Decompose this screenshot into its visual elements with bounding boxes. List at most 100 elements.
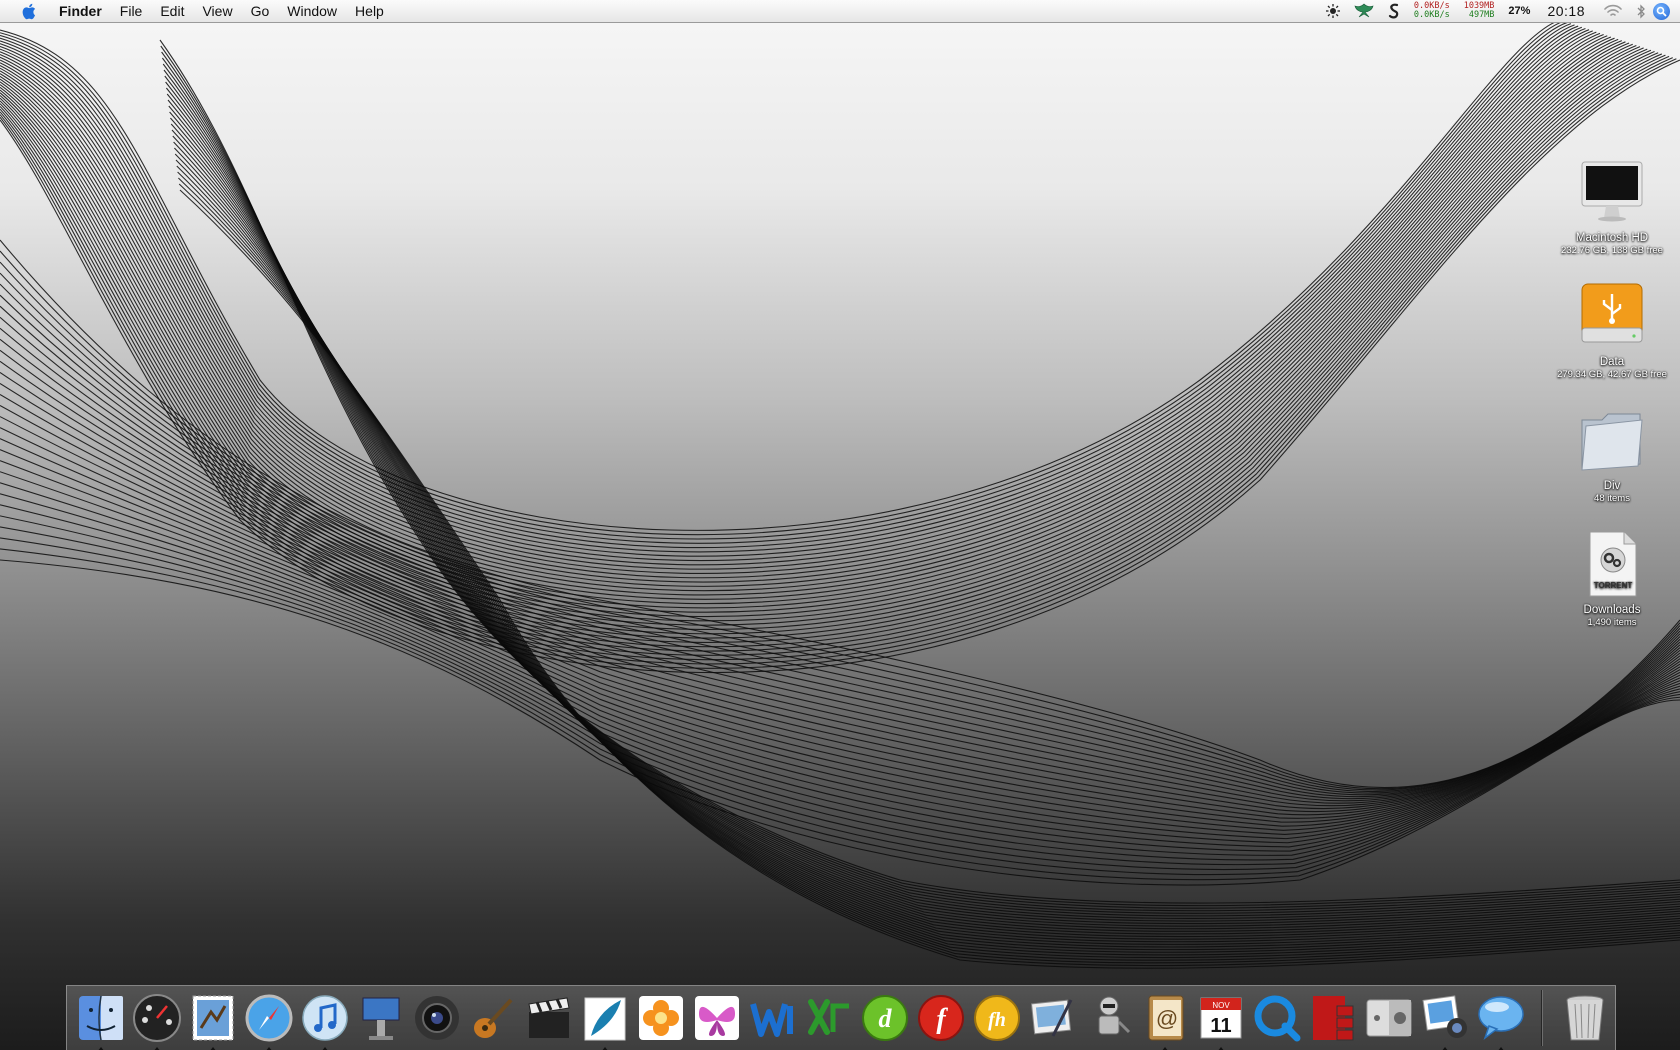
desktop-icon-label: Macintosh HD [1575,232,1649,244]
dock-separator [1541,990,1543,1046]
mem-free: 497MB [1468,10,1495,20]
photo-booth-icon [1313,996,1354,1041]
network-monitor[interactable]: 0.0KB/s 0.0KB/s [1414,2,1450,20]
usb-drive-icon [1576,280,1648,352]
desktop-icon-div[interactable]: Div 48 items [1547,404,1677,505]
dock-camera[interactable] [409,990,465,1046]
ichat-icon [1478,996,1524,1041]
desktop: Finder File Edit View Go Window Help 0.0… [0,0,1680,1050]
boot-camp-icon [1366,999,1412,1037]
dock-ichat[interactable] [1473,990,1529,1050]
dock-word[interactable] [745,990,801,1046]
menu-finder[interactable]: Finder [55,0,111,22]
desktop-icon-info: 48 items [1594,493,1630,504]
guitar-icon [474,998,513,1038]
calendar-icon: NOV 11 [1200,997,1242,1039]
freehand-icon: fh [974,995,1020,1041]
leaf-icon[interactable] [1354,3,1374,19]
imac-drive-icon [1576,156,1648,228]
apple-menu-icon[interactable] [17,0,39,22]
net-download: 0.0KB/s [1413,10,1450,20]
menu-view[interactable]: View [193,0,241,22]
wave-family-descend [159,39,1680,969]
memory-monitor[interactable]: 1039MB 497MB [1464,2,1495,20]
safari-compass-icon [245,994,293,1042]
desktop-icon-downloads[interactable]: TORRENT Downloads 1,490 items [1547,528,1677,629]
menu-window[interactable]: Window [278,0,346,22]
quicktime-icon [1254,995,1301,1042]
dock-boot-camp[interactable] [1361,990,1417,1046]
dock-preview[interactable] [1025,990,1081,1046]
folder-icon [1576,404,1648,476]
trash-icon[interactable] [1557,990,1613,1046]
preview-pen-icon [1030,999,1073,1037]
dock-quicktime[interactable] [1249,990,1305,1046]
menu-go[interactable]: Go [242,0,279,22]
dock-dreamweaver[interactable]: d [857,990,913,1046]
dock-automator[interactable] [1081,990,1137,1046]
s-icon[interactable] [1388,3,1400,19]
dock-finder[interactable] [73,990,129,1050]
dock-iphoto[interactable] [1417,990,1473,1050]
word-icon [750,1003,793,1037]
dock-freehand[interactable]: fh [969,990,1025,1046]
dock-feather[interactable] [577,990,633,1050]
desktop-icon-label: Downloads [1583,604,1641,616]
search-icon[interactable] [1653,2,1670,20]
desktop-icon-info: 279.34 GB, 42.67 GB free [1557,369,1667,380]
butterfly-icon [695,996,739,1040]
dock-dashboard[interactable] [129,990,185,1050]
dock-keynote[interactable] [353,990,409,1046]
menu-bar: Finder File Edit View Go Window Help 0.0… [0,0,1680,23]
menu-help[interactable]: Help [346,0,393,22]
dock-photo-booth[interactable] [1305,990,1361,1046]
torrent-file-icon: TORRENT [1576,528,1648,600]
clock[interactable]: 20:18 [1547,3,1585,19]
wave-family-main [0,19,1680,674]
excel-icon [808,999,849,1035]
svg-text:fh: fh [988,1009,1006,1031]
dock-address-book[interactable]: @ [1137,990,1193,1050]
dock-flash[interactable]: f [913,990,969,1046]
mail-stamp-icon [192,995,234,1041]
finder-icon [79,995,123,1041]
keynote-podium-icon [362,997,400,1040]
camera-lens-icon [415,996,459,1040]
bluetooth-icon[interactable] [1636,3,1646,19]
desktop-icon-label: Div [1603,480,1621,492]
torrent-badge: TORRENT [1594,581,1633,590]
dock-safari[interactable] [241,990,297,1050]
wifi-icon[interactable] [1604,4,1622,18]
desktop-icon-data[interactable]: Data 279.34 GB, 42.67 GB free [1547,280,1677,381]
dock-ical[interactable]: NOV 11 [1193,990,1249,1050]
dock-final-cut[interactable] [521,990,577,1046]
clapper-icon [528,997,570,1038]
automator-robot-icon [1098,996,1131,1035]
status-area: 0.0KB/s 0.0KB/s 1039MB 497MB 27% 20:18 [1319,0,1680,22]
dock: d f fh @ NOV 11 [66,985,1616,1050]
feather-icon [584,997,626,1041]
desktop-icon-info: 1,490 items [1587,617,1637,628]
cpu-percent[interactable]: 27% [1508,5,1530,17]
brightness-icon[interactable] [1325,4,1340,18]
dreamweaver-icon: d [862,995,908,1041]
wave-family-lower [0,239,1680,886]
dashboard-icon [133,994,181,1042]
svg-text:@: @ [1156,1006,1178,1031]
menu-edit[interactable]: Edit [151,0,193,22]
calendar-day: 11 [1210,1015,1231,1037]
wave-wallpaper [0,19,1680,969]
dock-butterfly[interactable] [689,990,745,1046]
dock-garageband[interactable] [465,990,521,1046]
dock-excel[interactable] [801,990,857,1046]
dock-mail[interactable] [185,990,241,1050]
dock-itunes[interactable] [297,990,353,1050]
dock-flower[interactable] [633,990,689,1046]
flower-icon [639,996,683,1040]
itunes-icon [302,995,348,1041]
calendar-month: NOV [1212,1001,1230,1010]
address-book-icon: @ [1148,995,1184,1041]
svg-text:d: d [879,1004,893,1033]
menu-file[interactable]: File [111,0,152,22]
desktop-icon-macintosh-hd[interactable]: Macintosh HD 232.76 GB, 138 GB free [1547,156,1677,257]
